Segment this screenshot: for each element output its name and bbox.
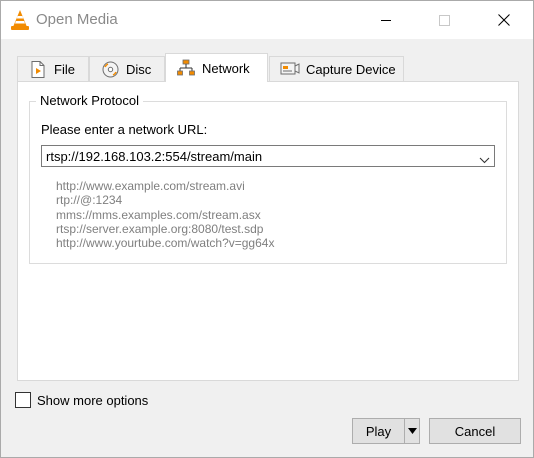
tab-file[interactable]: File	[17, 56, 89, 81]
play-button-label: Play	[365, 423, 392, 439]
play-button[interactable]: Play	[352, 418, 405, 444]
network-protocol-group: Network Protocol Please enter a network …	[29, 93, 507, 264]
network-panel: Network Protocol Please enter a network …	[17, 81, 519, 381]
tab-file-label: File	[54, 61, 75, 77]
tab-capture-device[interactable]: Capture Device	[269, 56, 404, 81]
network-url-combobox[interactable]: rtsp://192.168.103.2:554/stream/main	[41, 145, 495, 167]
example-url: http://www.example.com/stream.avi	[56, 179, 245, 193]
network-icon	[176, 59, 196, 77]
cancel-button[interactable]: Cancel	[429, 418, 521, 444]
tab-disc-label: Disc	[126, 61, 152, 77]
group-title: Network Protocol	[36, 93, 143, 108]
url-prompt-label: Please enter a network URL:	[41, 122, 208, 137]
maximize-icon	[438, 14, 450, 26]
url-examples: http://www.example.com/stream.avi rtp://…	[56, 179, 274, 250]
example-url: rtp://@:1234	[56, 193, 123, 208]
open-media-dialog: Open Media File Disc Network Capture Dev…	[0, 0, 534, 458]
caret-down-icon	[407, 428, 417, 434]
example-url: rtsp://server.example.org:8080/test.sdp	[56, 221, 264, 236]
close-icon	[498, 14, 510, 26]
tab-disc[interactable]: Disc	[89, 56, 165, 81]
disc-icon	[100, 60, 120, 78]
minimize-button[interactable]	[363, 1, 409, 39]
play-options-dropdown-button[interactable]	[404, 418, 420, 444]
capture-device-icon	[280, 60, 300, 78]
example-url: mms://mms.examples.com/stream.asx	[56, 207, 261, 222]
title-bar: Open Media	[1, 1, 533, 39]
example-url: http://www.yourtube.com/watch?v=gg64x	[56, 236, 275, 251]
close-button[interactable]	[481, 1, 527, 39]
minimize-icon	[380, 19, 391, 21]
window-title: Open Media	[36, 11, 118, 28]
file-icon	[28, 60, 48, 78]
cancel-button-label: Cancel	[454, 423, 496, 439]
network-url-value[interactable]: rtsp://192.168.103.2:554/stream/main	[46, 149, 262, 164]
tab-network[interactable]: Network	[165, 53, 268, 82]
chevron-down-icon[interactable]	[479, 152, 490, 167]
maximize-button[interactable]	[421, 1, 467, 39]
show-more-options-checkbox[interactable]	[15, 392, 31, 408]
vlc-cone-icon	[10, 9, 30, 31]
tab-network-label: Network	[202, 60, 250, 76]
show-more-options-label[interactable]: Show more options	[37, 393, 148, 408]
tab-capture-device-label: Capture Device	[306, 61, 396, 77]
